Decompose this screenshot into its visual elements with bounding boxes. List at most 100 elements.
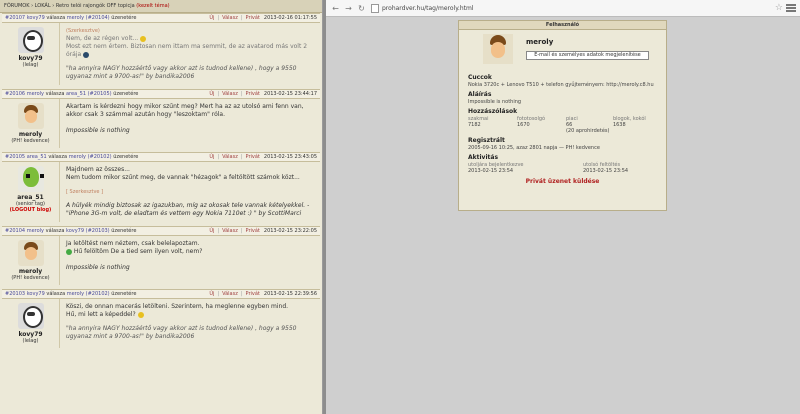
breadcrumb-local[interactable]: LOKÁL (35, 3, 51, 9)
post-number[interactable]: #20106 (5, 91, 25, 97)
new-button[interactable]: Új (209, 228, 214, 234)
new-button[interactable]: Új (209, 154, 214, 160)
reload-icon[interactable]: ↻ (356, 3, 367, 14)
forum-post: #20104 meroly válasza kovy79 (#20103) üz… (2, 226, 320, 285)
post-author[interactable]: kovy79 (27, 291, 45, 297)
stat-item[interactable]: fototosolgó 1670 (517, 116, 566, 134)
smiley-icon (83, 51, 90, 58)
private-button[interactable]: Privát (246, 154, 260, 160)
post-reply-user[interactable]: area_51 (66, 91, 86, 97)
avatar[interactable] (17, 103, 44, 129)
post-reply-number[interactable]: (#20102) (88, 154, 112, 160)
cuccok-value[interactable]: Nokia 3720c + Lenovo T510 + telefon gyűj… (468, 82, 657, 88)
post-date: 2013-02-15 22:39:56 (263, 291, 317, 297)
post-header: #20107 kovy79 válasza meroly (#20104) üz… (2, 13, 320, 23)
smiley-icon (66, 248, 72, 255)
avatar[interactable] (17, 303, 44, 329)
forum-post: #20107 kovy79 válasza meroly (#20104) üz… (2, 13, 320, 85)
avatar[interactable] (17, 166, 44, 192)
post-number[interactable]: #20103 (5, 291, 25, 297)
bookmark-star-icon[interactable]: ☆ (775, 3, 783, 13)
post-date: 2013-02-15 23:44:17 (263, 91, 317, 97)
avatar[interactable] (17, 27, 44, 53)
stat-item[interactable]: blogok, kokól 1638 (613, 116, 657, 134)
post-reply-user[interactable]: kovy79 (66, 228, 84, 234)
post-signature: "ha annyira NAGY hozzáértő vagy akkor az… (66, 65, 297, 80)
post-number[interactable]: #20107 (5, 15, 25, 21)
post-reply-number[interactable]: (#20105) (88, 91, 112, 97)
post-verb: válasza (45, 228, 65, 234)
forum-panel: FÓRUMOK › LOKÁL › Retro telói rajongók O… (0, 0, 323, 414)
new-button[interactable]: Új (209, 91, 214, 97)
show-email-button[interactable]: E-mail és személyes adatok megjelenítése (526, 51, 649, 60)
profile-header: Felhasználó (459, 21, 666, 30)
new-button[interactable]: Új (209, 15, 214, 21)
registered-value: 2005-09-16 10:25, azaz 2801 napja — PH! … (468, 145, 600, 151)
post-line: Ja letöltést nem néztem, csak belelapozt… (66, 240, 200, 247)
post-number[interactable]: #20105 (5, 154, 25, 160)
address-bar: ← → ↻ prohardver.hu/tag/meroly.html ☆ (326, 0, 800, 17)
post-header: #20105 area_51 válasza meroly (#20102) ü… (2, 152, 320, 162)
reply-button[interactable]: Válasz (222, 154, 238, 160)
activity-item: utoljára bejelentkezve 2013-02-15 23:54 (468, 162, 524, 174)
activity-stats: utoljára bejelentkezve 2013-02-15 23:54 u… (459, 162, 666, 174)
breadcrumb-forums[interactable]: FÓRUMOK (4, 3, 29, 9)
avatar[interactable] (17, 240, 44, 266)
url-input[interactable]: prohardver.hu/tag/meroly.html (369, 3, 775, 14)
user-name[interactable]: kovy79 (4, 55, 57, 62)
post-reply-user[interactable]: meroly (67, 291, 84, 297)
stat-item[interactable]: szakmai 7182 (468, 116, 517, 134)
new-button[interactable]: Új (209, 291, 214, 297)
send-private-message-link[interactable]: Privát üzenet küldése (459, 178, 666, 185)
menu-icon[interactable] (786, 4, 796, 12)
post-line: Majdnem az összes... (66, 166, 130, 173)
post-signature: Impossible is nothing (66, 127, 130, 134)
post-reply-number[interactable]: (#20103) (86, 228, 110, 234)
forum-post: #20106 meroly válasza area_51 (#20105) ü… (2, 89, 320, 148)
back-arrow-icon[interactable]: ← (330, 3, 341, 14)
post-reply-user[interactable]: meroly (67, 15, 84, 21)
post-header: #20106 meroly válasza area_51 (#20105) ü… (2, 89, 320, 99)
post-content: (Szerkesztve) Nem, de az régen volt... M… (60, 23, 320, 85)
post-date: 2013-02-15 23:43:05 (263, 154, 317, 160)
post-suffix: üzenetére (111, 15, 137, 21)
post-author[interactable]: kovy79 (27, 15, 45, 21)
user-profile-card: Felhasználó meroly E-mail és személyes a… (458, 20, 667, 211)
post-author[interactable]: meroly (27, 228, 44, 234)
post-suffix: üzenetére (113, 91, 139, 97)
post-number[interactable]: #20104 (5, 228, 25, 234)
private-button[interactable]: Privát (246, 15, 260, 21)
alairas-label: Aláírás (468, 91, 492, 98)
private-button[interactable]: Privát (246, 291, 260, 297)
post-reply-user[interactable]: meroly (69, 154, 86, 160)
reply-button[interactable]: Válasz (222, 228, 238, 234)
reply-button[interactable]: Válasz (222, 291, 238, 297)
breadcrumb: FÓRUMOK › LOKÁL › Retro telói rajongók O… (0, 0, 322, 13)
post-header: #20104 meroly válasza kovy79 (#20103) üz… (2, 226, 320, 236)
user-name[interactable]: area_51 (4, 194, 57, 201)
post-author[interactable]: meroly (27, 91, 44, 97)
post-line: Hű felöltöm De a tied sem ilyen volt, ne… (66, 248, 314, 256)
post-line: Most ezt nem értem. Biztosan nem ittam m… (66, 43, 308, 58)
stat-item[interactable]: piaci 66 (20 aprohirdetés) (566, 116, 613, 134)
user-name[interactable]: meroly (4, 268, 57, 275)
post-line: Akartam is kérdezni hogy mikor szűnt meg… (66, 103, 304, 118)
posts-label: Hozzászólások (468, 108, 518, 115)
profile-name: meroly (526, 38, 554, 46)
user-blog-link[interactable]: (LOGOUT blog) (4, 207, 57, 213)
reply-button[interactable]: Válasz (222, 15, 238, 21)
user-name[interactable]: kovy79 (4, 331, 57, 338)
forward-arrow-icon[interactable]: → (343, 3, 354, 14)
post-header: #20103 kovy79 válasza meroly (#20102) üz… (2, 289, 320, 299)
post-author[interactable]: area_51 (27, 154, 47, 160)
reply-button[interactable]: Válasz (222, 91, 238, 97)
private-button[interactable]: Privát (246, 228, 260, 234)
user-name[interactable]: meroly (4, 131, 57, 138)
breadcrumb-topic[interactable]: Retro telói rajongók OFF topicja (56, 3, 135, 9)
private-button[interactable]: Privát (246, 91, 260, 97)
post-reply-number[interactable]: (#20102) (86, 291, 110, 297)
activity-item: utolsó feltöltés 2013-02-15 23:54 (583, 162, 629, 174)
profile-avatar (483, 34, 513, 64)
post-verb: válasza (45, 91, 65, 97)
post-reply-number[interactable]: (#20104) (86, 15, 110, 21)
